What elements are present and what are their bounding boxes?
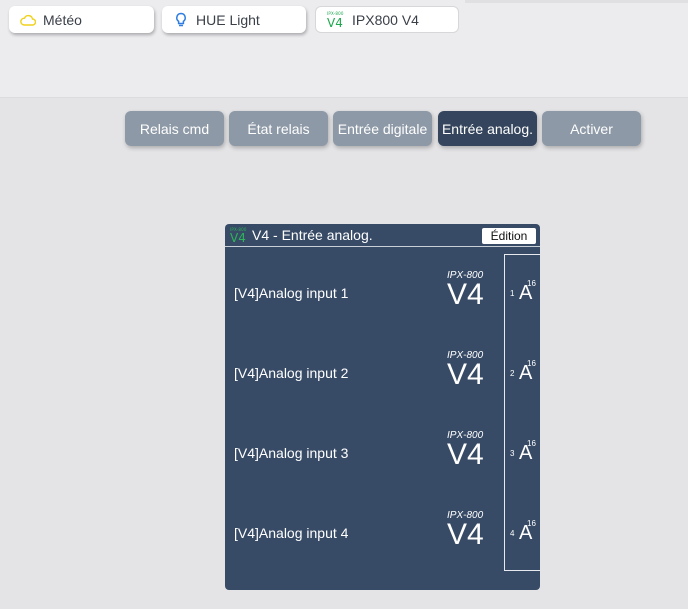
ipx800-brand-big: V4 (447, 518, 484, 551)
analog-index: 1 (510, 289, 515, 298)
plugin-tab-hue-label: HUE Light (196, 11, 260, 28)
analog-input-row: [V4]Analog input 1 IPX-800 V4 (225, 252, 503, 332)
plugin-tab-meteo[interactable]: Météo (9, 6, 154, 33)
analog-input-row: [V4]Analog input 3 IPX-800 V4 (225, 412, 503, 492)
ipx800-logo-icon: IPX-800 V4 (326, 11, 346, 29)
v4-logo-icon: IPX-800 V4 (229, 227, 249, 244)
analog-index: 2 (510, 369, 515, 378)
lightbulb-icon (172, 11, 190, 29)
analog-input-row: [V4]Analog input 4 IPX-800 V4 (225, 492, 503, 572)
ipx800-logo-big-text: V4 (327, 15, 343, 30)
analog-input-label: [V4]Analog input 3 (234, 445, 349, 461)
relais-cmd-button[interactable]: Relais cmd (125, 111, 224, 146)
analog-input-label: [V4]Analog input 1 (234, 285, 349, 301)
analog-index: 4 (510, 529, 515, 538)
v4-logo-big-text: V4 (230, 230, 246, 245)
widget-header: IPX-800 V4 V4 - Entrée analog. Édition (225, 224, 540, 247)
widget-title: V4 - Entrée analog. (252, 227, 373, 243)
plugin-tab-ipx-label: IPX800 V4 (352, 11, 419, 28)
cloud-icon (19, 11, 37, 29)
analog-value-panel: 1 A 16 2 A 16 3 A 16 4 A 16 (504, 254, 540, 571)
analog-superscript: 16 (527, 439, 536, 448)
activer-button[interactable]: Activer (542, 111, 641, 146)
analog-value-cell: 4 A 16 (505, 495, 540, 575)
analog-input-label: [V4]Analog input 2 (234, 365, 349, 381)
plugin-tab-hue-light[interactable]: HUE Light (162, 6, 306, 33)
etat-relais-button[interactable]: État relais (229, 111, 328, 146)
ipx800-brand-big: V4 (447, 358, 484, 391)
entree-digitale-button[interactable]: Entrée digitale (333, 111, 432, 146)
analog-input-row: [V4]Analog input 2 IPX-800 V4 (225, 332, 503, 412)
analog-superscript: 16 (527, 519, 536, 528)
plugin-tab-ipx800[interactable]: IPX-800 V4 IPX800 V4 (315, 6, 459, 33)
analog-superscript: 16 (527, 359, 536, 368)
analog-value-cell: 1 A 16 (505, 255, 540, 335)
analog-index: 3 (510, 449, 515, 458)
plugin-tab-meteo-label: Météo (43, 11, 82, 28)
ipx800-brand-big: V4 (447, 278, 484, 311)
plugin-bar-divider (465, 0, 688, 3)
analog-superscript: 16 (527, 279, 536, 288)
ipx800-logo-small-text: IPX-800 (327, 10, 344, 16)
analog-value-cell: 2 A 16 (505, 335, 540, 415)
entree-analog-button[interactable]: Entrée analog. (438, 111, 537, 146)
ipx800-brand-big: V4 (447, 438, 484, 471)
analog-value-cell: 3 A 16 (505, 415, 540, 495)
edition-button[interactable]: Édition (482, 228, 536, 244)
analog-input-label: [V4]Analog input 4 (234, 525, 349, 541)
analog-input-widget: IPX-800 V4 V4 - Entrée analog. Édition [… (225, 224, 540, 590)
plugin-bar: Météo HUE Light IPX-800 V4 IPX800 V4 (0, 0, 688, 98)
